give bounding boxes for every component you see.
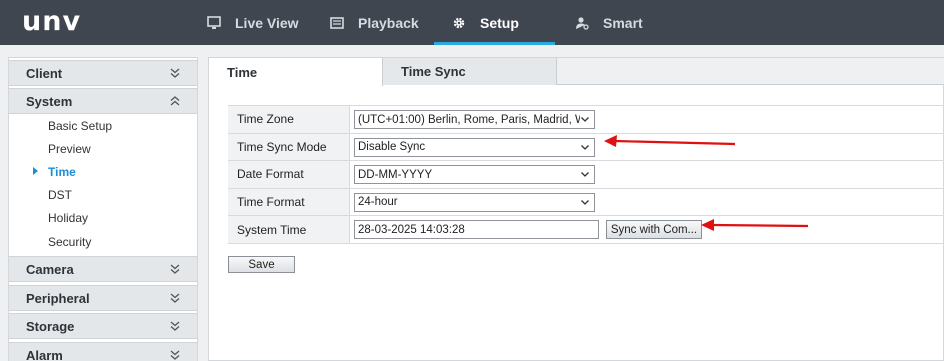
sidebar-item-preview[interactable]: Preview xyxy=(9,137,197,160)
annotation-arrow-sync-button-icon xyxy=(701,219,809,231)
gear-icon xyxy=(452,16,466,30)
system-time-field[interactable]: 28-03-2025 14:03:28 xyxy=(354,220,599,240)
time-zone-row: Time Zone (UTC+01:00) Berlin, Rome, Pari… xyxy=(228,106,944,134)
date-format-row: Date Format DD-MM-YYYY xyxy=(228,161,944,189)
system-time-row: System Time 28-03-2025 14:03:28 Sync wit… xyxy=(228,216,944,244)
brand-logo: unv xyxy=(22,6,82,37)
sidebar-item-holiday[interactable]: Holiday xyxy=(9,206,197,229)
tab-label: Time xyxy=(227,64,258,80)
monitor-icon xyxy=(207,15,221,30)
time-format-row: Time Format 24-hour xyxy=(228,188,944,217)
nav-live-view-label: Live View xyxy=(235,14,299,31)
tab-time[interactable]: Time xyxy=(209,58,383,86)
sidebar-group-label: Camera xyxy=(26,261,74,277)
sidebar-group-storage[interactable]: Storage xyxy=(9,313,197,339)
sidebar-item-label: Preview xyxy=(48,141,91,156)
sidebar-group-label: Client xyxy=(26,65,63,81)
time-sync-mode-select[interactable]: Disable Sync xyxy=(354,137,595,157)
sidebar-item-basic-setup[interactable]: Basic Setup xyxy=(9,114,197,137)
sidebar-group-peripheral[interactable]: Peripheral xyxy=(9,285,197,311)
time-settings-form: Time Zone (UTC+01:00) Berlin, Rome, Pari… xyxy=(228,105,944,244)
sidebar-item-security[interactable]: Security xyxy=(9,230,197,253)
system-time-label: System Time xyxy=(228,216,350,243)
sidebar-group-alarm[interactable]: Alarm xyxy=(9,342,197,361)
chevron-down-icon xyxy=(581,144,589,150)
tab-bar: Time Time Sync xyxy=(209,58,944,86)
sidebar-item-label: Security xyxy=(48,234,92,249)
tab-label: Time Sync xyxy=(401,64,466,79)
nav-playback-label: Playback xyxy=(358,14,419,31)
nav-smart-label: Smart xyxy=(603,14,643,31)
sidebar-group-label: Storage xyxy=(26,318,75,334)
nav-setup-label: Setup xyxy=(480,14,519,31)
nav-smart[interactable]: Smart xyxy=(575,0,643,45)
sidebar-group-label: System xyxy=(26,93,73,109)
sidebar-item-label: DST xyxy=(48,187,72,202)
date-format-select[interactable]: DD-MM-YYYY xyxy=(354,165,595,185)
annotation-arrow-sync-mode-icon xyxy=(604,135,736,147)
sidebar-group-system[interactable]: System xyxy=(9,88,197,114)
chevron-down-icon xyxy=(581,199,589,205)
sidebar-item-time[interactable]: Time xyxy=(9,160,197,183)
chevron-double-down-icon xyxy=(170,293,180,303)
nav-live-view[interactable]: Live View xyxy=(207,0,299,45)
time-sync-mode-row: Time Sync Mode Disable Sync xyxy=(228,133,944,162)
time-format-value: 24-hour xyxy=(358,196,398,209)
time-zone-value: (UTC+01:00) Berlin, Rome, Paris, Madrid,… xyxy=(358,113,580,126)
chevron-down-icon xyxy=(581,117,589,122)
chevron-double-down-icon xyxy=(170,68,180,78)
sidebar-item-label: Basic Setup xyxy=(48,118,113,133)
time-sync-mode-label: Time Sync Mode xyxy=(228,133,350,161)
time-zone-label: Time Zone xyxy=(228,106,350,133)
film-icon xyxy=(330,16,344,30)
tab-time-sync[interactable]: Time Sync xyxy=(383,58,557,85)
sidebar-group-camera[interactable]: Camera xyxy=(9,256,197,282)
chevron-double-down-icon xyxy=(170,264,180,274)
sync-with-computer-button[interactable]: Sync with Com... xyxy=(606,220,702,240)
sidebar-item-label: Holiday xyxy=(48,210,89,225)
date-format-value: DD-MM-YYYY xyxy=(358,168,433,181)
time-format-label: Time Format xyxy=(228,188,350,216)
date-format-label: Date Format xyxy=(228,161,350,188)
main-panel: Time Time Sync Time Zone (UTC+01:00) Ber… xyxy=(208,57,944,361)
chevron-down-icon xyxy=(581,172,589,178)
top-navigation-bar: unv Live View Playback Setup Smart xyxy=(0,0,944,45)
chevron-double-down-icon xyxy=(170,321,180,331)
active-item-marker-icon xyxy=(33,167,38,175)
user-gear-icon xyxy=(575,16,589,30)
chevron-double-up-icon xyxy=(170,96,180,106)
nav-playback[interactable]: Playback xyxy=(330,0,419,45)
sidebar-group-client[interactable]: Client xyxy=(9,60,197,86)
time-sync-mode-value: Disable Sync xyxy=(358,141,426,154)
save-button[interactable]: Save xyxy=(228,256,295,273)
sidebar-item-dst[interactable]: DST xyxy=(9,183,197,206)
active-nav-indicator xyxy=(434,42,555,45)
sidebar-item-label: Time xyxy=(48,164,76,179)
nav-setup[interactable]: Setup xyxy=(452,0,519,45)
time-format-select[interactable]: 24-hour xyxy=(354,192,595,212)
sidebar-group-label: Peripheral xyxy=(26,290,90,306)
sidebar: Client System Basic Setup Preview Time D… xyxy=(8,57,198,361)
time-zone-select[interactable]: (UTC+01:00) Berlin, Rome, Paris, Madrid,… xyxy=(354,110,595,129)
chevron-double-down-icon xyxy=(170,350,180,360)
sidebar-group-label: Alarm xyxy=(26,347,63,361)
